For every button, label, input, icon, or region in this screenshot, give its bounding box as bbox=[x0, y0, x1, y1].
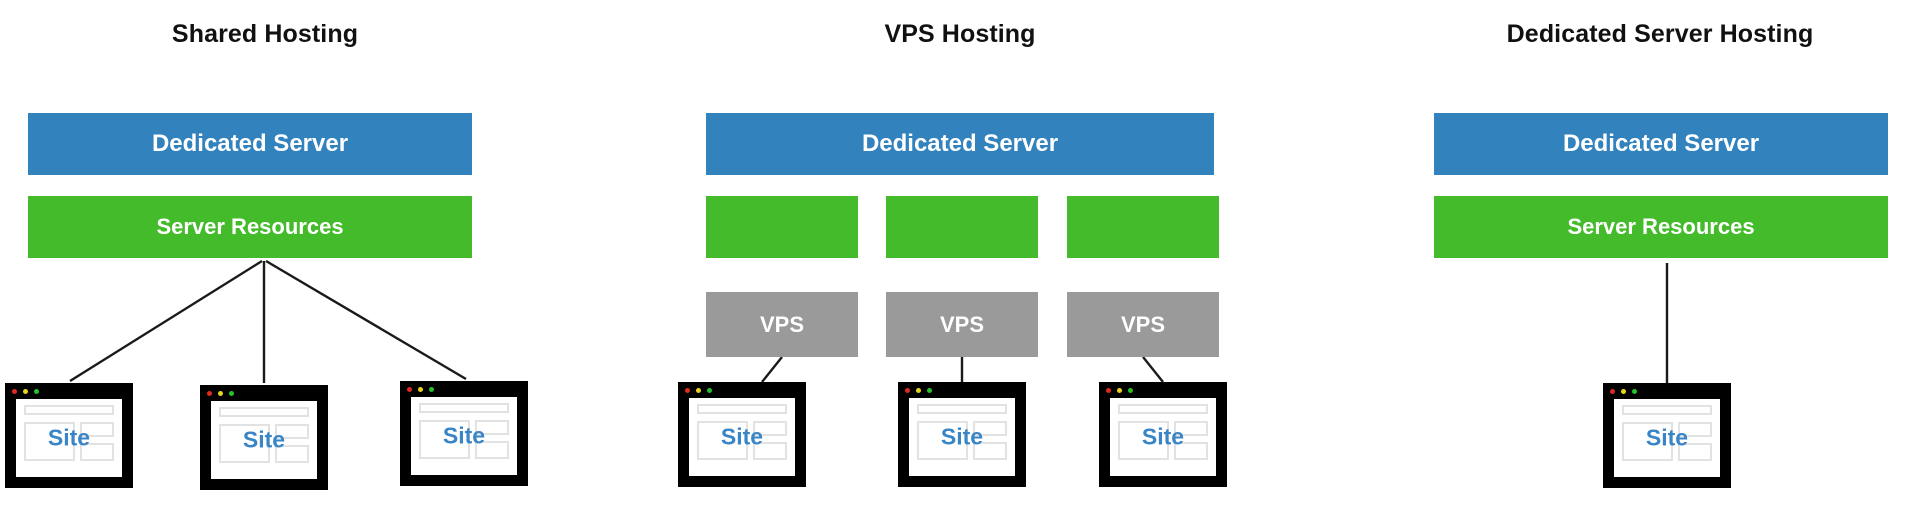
block-label: Server Resources bbox=[1567, 214, 1755, 239]
block-vps-1: VPS bbox=[706, 292, 858, 357]
traffic-light-yellow-icon bbox=[23, 388, 28, 394]
panel-vps-hosting: VPS Hosting Dedicated Server VPS VPS VPS bbox=[678, 0, 1230, 517]
traffic-light-green-icon bbox=[34, 388, 39, 394]
block-vps-3: VPS bbox=[1067, 292, 1219, 357]
block-resources-vps-3 bbox=[1067, 196, 1219, 258]
block-resources-vps-2 bbox=[886, 196, 1038, 258]
block-server-resources-shared: Server Resources bbox=[28, 196, 472, 258]
traffic-light-yellow-icon bbox=[696, 387, 701, 393]
block-dedicated-server-shared: Dedicated Server bbox=[28, 113, 472, 175]
site-window[interactable]: Site bbox=[1603, 383, 1731, 488]
site-window[interactable]: Site bbox=[678, 382, 806, 487]
skeleton-header-bar bbox=[219, 407, 309, 418]
traffic-light-yellow-icon bbox=[418, 386, 423, 392]
site-label: Site bbox=[1141, 423, 1185, 450]
traffic-light-green-icon bbox=[429, 386, 434, 392]
skeleton-header-bar bbox=[24, 405, 114, 416]
skeleton-header-bar bbox=[1622, 405, 1712, 416]
block-label: Dedicated Server bbox=[1562, 130, 1760, 157]
traffic-light-red-icon bbox=[905, 387, 910, 393]
block-dedicated-server-vps: Dedicated Server bbox=[706, 113, 1214, 175]
block-label: VPS bbox=[1120, 311, 1166, 337]
traffic-light-yellow-icon bbox=[1117, 387, 1122, 393]
site-label: Site bbox=[242, 426, 286, 453]
skeleton-header-bar bbox=[1118, 404, 1208, 415]
block-resources-vps-1 bbox=[706, 196, 858, 258]
site-window[interactable]: Site bbox=[400, 381, 528, 486]
traffic-light-yellow-icon bbox=[218, 390, 223, 396]
panel-title-vps-hosting: VPS Hosting bbox=[884, 20, 1036, 48]
block-label: Dedicated Server bbox=[861, 130, 1059, 157]
site-titlebar bbox=[898, 382, 1026, 398]
traffic-light-green-icon bbox=[1128, 387, 1133, 393]
block-dedicated-server-dedicated: Dedicated Server bbox=[1434, 113, 1888, 175]
site-titlebar bbox=[400, 381, 528, 397]
site-viewport: Site bbox=[689, 398, 795, 476]
site-viewport: Site bbox=[411, 397, 517, 475]
panel-title-dedicated-server-hosting: Dedicated Server Hosting bbox=[1506, 20, 1814, 48]
site-viewport: Site bbox=[16, 399, 122, 477]
site-label: Site bbox=[1645, 424, 1689, 451]
traffic-light-green-icon bbox=[1632, 388, 1637, 394]
skeleton-header-bar bbox=[697, 404, 787, 415]
site-viewport: Site bbox=[1614, 399, 1720, 477]
traffic-light-red-icon bbox=[407, 386, 412, 392]
site-label: Site bbox=[720, 423, 764, 450]
site-viewport: Site bbox=[1110, 398, 1216, 476]
block-label: Server Resources bbox=[156, 214, 344, 239]
block-server-resources-dedicated: Server Resources bbox=[1434, 196, 1888, 258]
skeleton-header-bar bbox=[419, 403, 509, 414]
panel-shared-hosting: Shared Hosting Dedicated Server Server R… bbox=[0, 0, 530, 517]
site-titlebar bbox=[200, 385, 328, 401]
traffic-light-green-icon bbox=[707, 387, 712, 393]
traffic-light-red-icon bbox=[12, 388, 17, 394]
site-window[interactable]: Site bbox=[1099, 382, 1227, 487]
site-window[interactable]: Site bbox=[200, 385, 328, 490]
site-window[interactable]: Site bbox=[5, 383, 133, 488]
site-titlebar bbox=[678, 382, 806, 398]
traffic-light-green-icon bbox=[927, 387, 932, 393]
traffic-light-red-icon bbox=[1610, 388, 1615, 394]
site-viewport: Site bbox=[909, 398, 1015, 476]
traffic-light-yellow-icon bbox=[1621, 388, 1626, 394]
panel-dedicated-server-hosting: Dedicated Server Hosting Dedicated Serve… bbox=[1400, 0, 1920, 517]
site-viewport: Site bbox=[211, 401, 317, 479]
panel-title-shared-hosting: Shared Hosting bbox=[171, 20, 359, 48]
traffic-light-yellow-icon bbox=[916, 387, 921, 393]
site-titlebar bbox=[1603, 383, 1731, 399]
block-label: VPS bbox=[939, 311, 985, 337]
site-titlebar bbox=[5, 383, 133, 399]
diagram-canvas: Shared Hosting Dedicated Server Server R… bbox=[0, 0, 1920, 517]
traffic-light-green-icon bbox=[229, 390, 234, 396]
traffic-light-red-icon bbox=[685, 387, 690, 393]
block-label: Dedicated Server bbox=[151, 130, 349, 157]
traffic-light-red-icon bbox=[1106, 387, 1111, 393]
site-titlebar bbox=[1099, 382, 1227, 398]
skeleton-header-bar bbox=[917, 404, 1007, 415]
traffic-light-red-icon bbox=[207, 390, 212, 396]
site-label: Site bbox=[940, 423, 984, 450]
site-label: Site bbox=[47, 424, 91, 451]
site-label: Site bbox=[442, 422, 486, 449]
block-vps-2: VPS bbox=[886, 292, 1038, 357]
site-window[interactable]: Site bbox=[898, 382, 1026, 487]
block-label: VPS bbox=[759, 311, 805, 337]
